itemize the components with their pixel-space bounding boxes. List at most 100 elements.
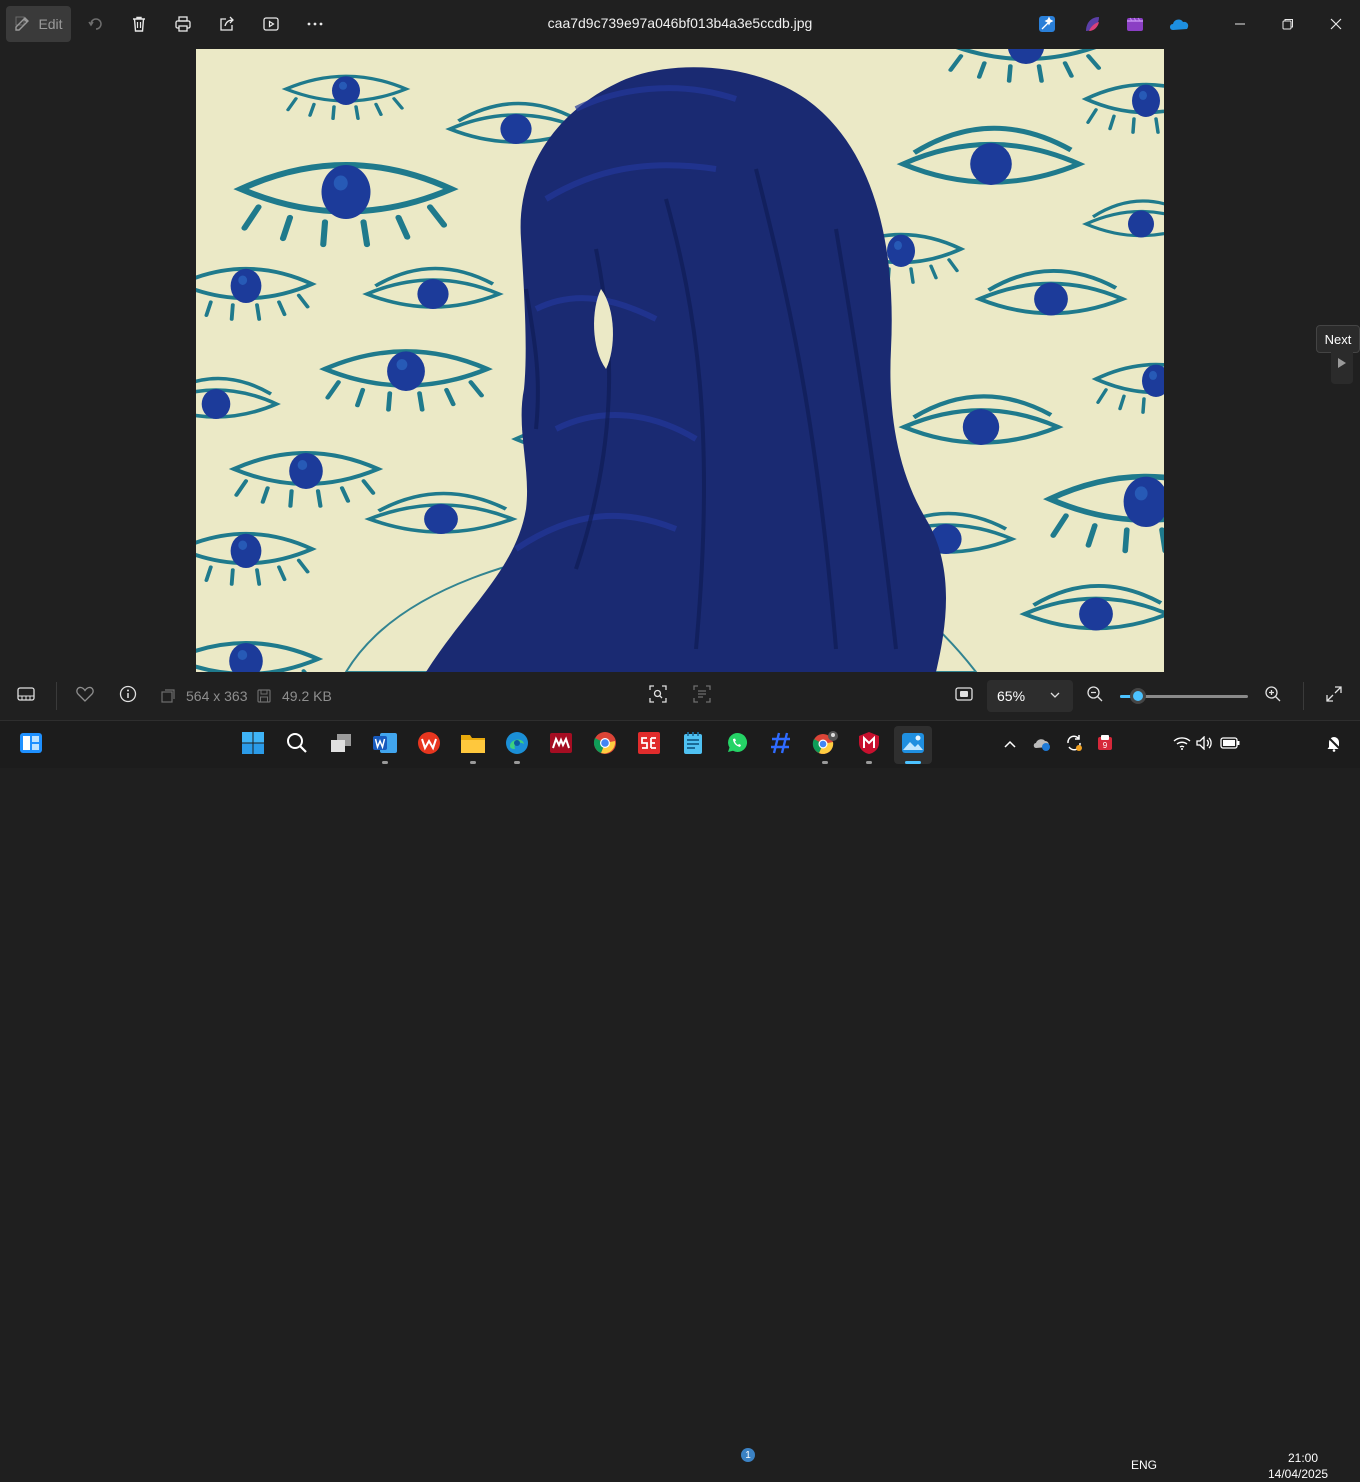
running-indicator <box>822 761 828 764</box>
refresh-icon <box>1065 734 1083 757</box>
fullscreen-icon <box>1325 685 1343 708</box>
file-size-icon <box>254 684 274 708</box>
text-scan-icon <box>693 684 711 708</box>
taskbar-photos[interactable] <box>894 726 932 764</box>
actual-size-button[interactable] <box>952 684 976 708</box>
next-arrow-icon <box>1337 356 1347 374</box>
zoom-slider-thumb[interactable] <box>1130 688 1146 704</box>
taskbar-sejda[interactable] <box>630 726 668 764</box>
svg-text:9: 9 <box>1103 741 1108 750</box>
chevron-down-icon <box>1049 688 1061 704</box>
next-button[interactable] <box>1331 346 1353 384</box>
wps-office-icon <box>417 731 441 760</box>
minimize-button[interactable] <box>1222 6 1258 42</box>
windows-taskbar: 1 9 ENG 21:00 14/04/2025 <box>0 720 1360 1481</box>
maximize-button[interactable] <box>1270 6 1306 42</box>
start-button[interactable] <box>234 726 272 764</box>
filmstrip-button[interactable] <box>14 684 38 708</box>
text-scan-button[interactable] <box>690 684 714 708</box>
info-button[interactable] <box>116 684 140 708</box>
photos-icon <box>901 732 925 759</box>
edit-label: Edit <box>38 16 63 32</box>
taskbar-chrome-profile[interactable] <box>806 726 844 764</box>
input-language[interactable]: ENG <box>1131 1458 1157 1472</box>
mcafee-shield-icon <box>858 731 880 760</box>
taskbar-notepad[interactable] <box>674 726 712 764</box>
taskbar-edge[interactable] <box>498 726 536 764</box>
video-editor-button[interactable] <box>1121 6 1149 42</box>
word-icon <box>372 731 398 760</box>
video-editor-icon <box>1126 15 1144 33</box>
running-indicator <box>905 761 921 764</box>
zoom-out-button[interactable] <box>1083 684 1107 708</box>
zoom-in-button[interactable] <box>1261 684 1285 708</box>
designer-icon <box>1038 15 1056 33</box>
notification-badge: 1 <box>741 1448 755 1462</box>
taskbar-chrome[interactable] <box>586 726 624 764</box>
search-icon <box>286 732 308 759</box>
taskbar-calculator[interactable] <box>762 726 800 764</box>
windows-logo-icon <box>241 731 265 760</box>
filmstrip-icon <box>17 686 35 706</box>
taskbar-wps-office[interactable] <box>410 726 448 764</box>
battery-button[interactable] <box>1219 726 1241 764</box>
dimensions-icon <box>158 684 178 708</box>
chrome-icon <box>593 731 617 760</box>
print-button[interactable] <box>167 6 199 42</box>
sejda-icon <box>637 731 661 760</box>
volume-button[interactable] <box>1194 726 1216 764</box>
onedrive-button[interactable] <box>1165 6 1193 42</box>
taskbar-whatsapp[interactable] <box>718 726 756 764</box>
clipchamp-icon <box>1083 15 1101 33</box>
widgets-button[interactable] <box>12 726 50 764</box>
tray-app-button[interactable]: 9 <box>1093 726 1117 764</box>
designer-button[interactable] <box>1033 6 1061 42</box>
share-icon <box>218 15 236 33</box>
rotate-icon <box>87 15 105 33</box>
visual-search-button[interactable] <box>646 684 670 708</box>
wifi-button[interactable] <box>1171 726 1193 764</box>
close-button[interactable] <box>1318 6 1354 42</box>
show-hidden-icons-button[interactable] <box>998 726 1022 764</box>
onedrive-sync-button[interactable] <box>1030 726 1054 764</box>
notifications-button[interactable] <box>1322 726 1346 764</box>
clipchamp-button[interactable] <box>1078 6 1106 42</box>
share-button[interactable] <box>211 6 243 42</box>
delete-button[interactable] <box>123 6 155 42</box>
photo-canvas[interactable] <box>196 49 1164 672</box>
sync-button[interactable] <box>1062 726 1086 764</box>
taskbar-word[interactable] <box>366 726 404 764</box>
tray-app-icon: 9 <box>1096 734 1114 757</box>
mendeley-icon <box>549 732 573 759</box>
top-toolbar: Edit caa7d9c739e97a046bf013b4a3e5ccdb.jp… <box>0 0 1360 48</box>
more-button[interactable] <box>299 6 331 42</box>
widgets-icon <box>19 732 43 759</box>
taskbar-file-explorer[interactable] <box>454 726 492 764</box>
slideshow-icon <box>262 15 280 33</box>
edit-button[interactable]: Edit <box>6 6 71 42</box>
zoom-dropdown[interactable]: 65% <box>987 680 1073 712</box>
task-view-icon <box>330 733 352 758</box>
favorite-button[interactable] <box>73 684 97 708</box>
file-size: 49.2 KB <box>282 688 332 704</box>
rotate-button[interactable] <box>80 6 112 42</box>
system-clock[interactable]: 21:00 14/04/2025 <box>1268 1450 1329 1482</box>
fullscreen-button[interactable] <box>1322 684 1346 708</box>
cloud-sync-icon <box>1032 735 1052 756</box>
divider <box>56 682 57 710</box>
taskbar-mcafee[interactable] <box>850 726 888 764</box>
delete-icon <box>130 15 148 33</box>
edit-icon <box>14 15 32 33</box>
slideshow-button[interactable] <box>255 6 287 42</box>
zoom-out-icon <box>1086 685 1104 708</box>
taskbar-mendeley[interactable] <box>542 726 580 764</box>
wifi-icon <box>1173 736 1191 755</box>
search-button[interactable] <box>278 726 316 764</box>
clock-date: 14/04/2025 <box>1268 1467 1329 1481</box>
photos-app-window: Edit caa7d9c739e97a046bf013b4a3e5ccdb.jp… <box>0 0 1360 720</box>
info-icon <box>119 685 137 708</box>
close-icon <box>1330 18 1342 30</box>
running-indicator <box>382 761 388 764</box>
visual-search-icon <box>649 684 667 708</box>
task-view-button[interactable] <box>322 726 360 764</box>
